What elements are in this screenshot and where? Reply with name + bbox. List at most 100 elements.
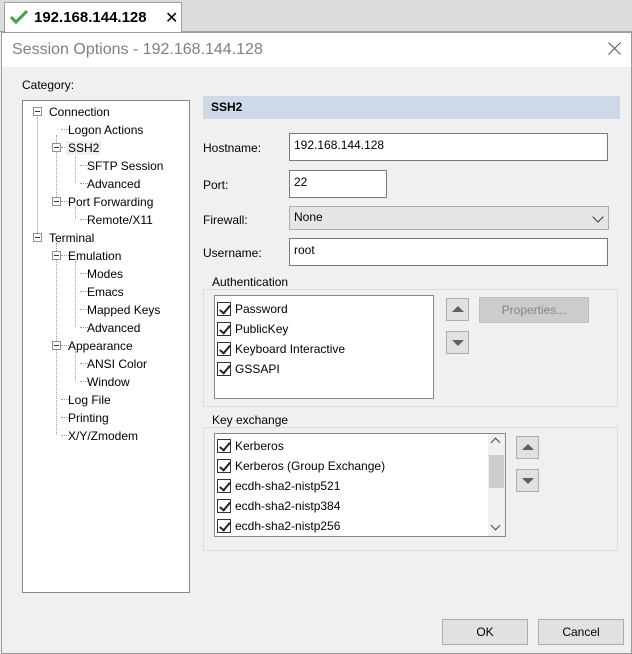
username-input[interactable]: root <box>289 238 608 266</box>
tree-line <box>75 351 76 381</box>
tree-item-label: Window <box>87 375 130 389</box>
tree-item-logon-actions[interactable]: Logon Actions <box>66 121 145 139</box>
category-label: Category: <box>22 78 75 92</box>
auth-item-label: GSSAPI <box>235 362 280 376</box>
tree-item-emacs[interactable]: Emacs <box>85 283 126 301</box>
checkbox-checked-icon[interactable] <box>217 459 231 473</box>
tree-item-appearance[interactable]: Appearance <box>66 337 135 355</box>
tree-item-label: Mapped Keys <box>87 303 161 317</box>
auth-item-label: Password <box>235 302 288 316</box>
kex-move-up-button[interactable] <box>516 436 539 459</box>
tree-item-label: SFTP Session <box>87 159 164 173</box>
tree-item-remote-x11[interactable]: Remote/X11 <box>85 211 155 229</box>
collapse-icon[interactable] <box>33 233 42 242</box>
tree-item-ansi-color[interactable]: ANSI Color <box>85 355 149 373</box>
tree-item-label: Connection <box>49 105 110 119</box>
collapse-icon[interactable] <box>52 143 61 152</box>
collapse-icon[interactable] <box>52 341 61 350</box>
checkbox-checked-icon[interactable] <box>217 362 231 376</box>
key-exchange-scrollbar[interactable] <box>488 434 505 536</box>
tree-item-label: Remote/X11 <box>87 213 153 227</box>
tree-item-mapped-keys[interactable]: Mapped Keys <box>85 301 162 319</box>
key-exchange-list[interactable]: Kerberos Kerberos (Group Exchange) ecdh-… <box>214 433 506 537</box>
auth-move-down-button[interactable] <box>446 331 469 354</box>
kex-item-label: ecdh-sha2-nistp384 <box>235 499 341 513</box>
kex-item-label: Kerberos <box>235 439 284 453</box>
tree-item-emulation[interactable]: Emulation <box>66 247 123 265</box>
dialog-title: Session Options - 192.168.144.128 <box>12 41 263 58</box>
ok-button[interactable]: OK <box>442 619 528 645</box>
scroll-thumb[interactable] <box>489 455 504 488</box>
tree-item-modes[interactable]: Modes <box>85 265 125 283</box>
port-input[interactable]: 22 <box>289 170 387 198</box>
tree-item-label: Advanced <box>87 177 141 191</box>
tree-item-label: Log File <box>68 393 111 407</box>
tree-item-label: SSH2 <box>66 141 102 155</box>
checkbox-checked-icon[interactable] <box>217 439 231 453</box>
close-icon[interactable] <box>608 41 622 55</box>
kex-item-label: ecdh-sha2-nistp521 <box>235 479 341 493</box>
session-tab[interactable]: 192.168.144.128 ✕ <box>4 2 182 33</box>
tree-item-ssh2-advanced[interactable]: Advanced <box>85 175 142 193</box>
tree-item-port-forwarding[interactable]: Port Forwarding <box>66 193 155 211</box>
checkbox-checked-icon[interactable] <box>217 519 231 533</box>
tree-item-printing[interactable]: Printing <box>66 409 111 427</box>
session-options-dialog: Session Options - 192.168.144.128 Catego… <box>1 32 632 654</box>
kex-move-down-button[interactable] <box>516 469 539 492</box>
category-tree[interactable]: Connection Logon Actions SSH2 SFTP Sessi… <box>22 100 190 593</box>
tab-close-icon[interactable]: ✕ <box>165 8 178 28</box>
tree-item-label: X/Y/Zmodem <box>68 429 139 443</box>
checkbox-checked-icon[interactable] <box>217 322 231 336</box>
tree-item-sftp-session[interactable]: SFTP Session <box>85 157 165 175</box>
tree-item-label: Modes <box>87 267 124 281</box>
tree-line <box>75 261 76 327</box>
authentication-title: Authentication <box>210 275 291 289</box>
key-exchange-title: Key exchange <box>210 413 291 427</box>
tree-item-xyzmodem[interactable]: X/Y/Zmodem <box>66 427 140 445</box>
scroll-up-icon[interactable] <box>490 437 501 448</box>
tree-line <box>75 153 76 183</box>
dialog-titlebar: Session Options - 192.168.144.128 <box>2 33 631 67</box>
collapse-icon[interactable] <box>52 197 61 206</box>
tree-item-ssh2[interactable]: SSH2 <box>66 139 102 157</box>
cancel-button[interactable]: Cancel <box>538 619 624 645</box>
tree-item-label: Printing <box>68 411 109 425</box>
firewall-select[interactable]: None <box>289 206 609 230</box>
port-label: Port: <box>203 178 229 192</box>
collapse-icon[interactable] <box>33 107 42 116</box>
username-label: Username: <box>203 246 262 260</box>
tree-item-terminal[interactable]: Terminal <box>47 229 96 247</box>
checkbox-checked-icon[interactable] <box>217 499 231 513</box>
tree-item-label: Emacs <box>87 285 124 299</box>
session-tab-strip: 192.168.144.128 ✕ <box>0 0 632 33</box>
chevron-down-icon <box>592 211 604 223</box>
scroll-down-icon[interactable] <box>490 520 501 531</box>
kex-item-label: ecdh-sha2-nistp256 <box>235 519 341 533</box>
tree-item-emulation-advanced[interactable]: Advanced <box>85 319 142 337</box>
tree-item-label: Logon Actions <box>68 123 144 137</box>
tree-item-label: Appearance <box>68 339 133 353</box>
auth-move-up-button[interactable] <box>446 298 469 321</box>
tree-item-log-file[interactable]: Log File <box>66 391 113 409</box>
checkbox-checked-icon[interactable] <box>217 302 231 316</box>
hostname-input[interactable]: 192.168.144.128 <box>289 133 608 161</box>
checkbox-checked-icon[interactable] <box>217 342 231 356</box>
check-icon <box>10 9 28 25</box>
auth-item-label: PublicKey <box>235 322 289 336</box>
checkbox-checked-icon[interactable] <box>217 479 231 493</box>
collapse-icon[interactable] <box>52 251 61 260</box>
tree-item-label: Advanced <box>87 321 141 335</box>
firewall-label: Firewall: <box>203 213 248 227</box>
tree-item-label: Terminal <box>49 231 95 245</box>
tree-item-window[interactable]: Window <box>85 373 132 391</box>
section-header: SSH2 <box>203 96 620 119</box>
firewall-value: None <box>294 210 323 224</box>
properties-button[interactable]: Properties... <box>479 297 589 323</box>
tree-line <box>56 243 57 435</box>
kex-item-label: Kerberos (Group Exchange) <box>235 459 386 473</box>
tree-item-connection[interactable]: Connection <box>47 103 112 121</box>
authentication-list: Password PublicKey Keyboard Interactive … <box>214 295 434 399</box>
tab-title: 192.168.144.128 <box>34 9 147 26</box>
tree-item-label: Emulation <box>68 249 122 263</box>
auth-item-label: Keyboard Interactive <box>235 342 346 356</box>
